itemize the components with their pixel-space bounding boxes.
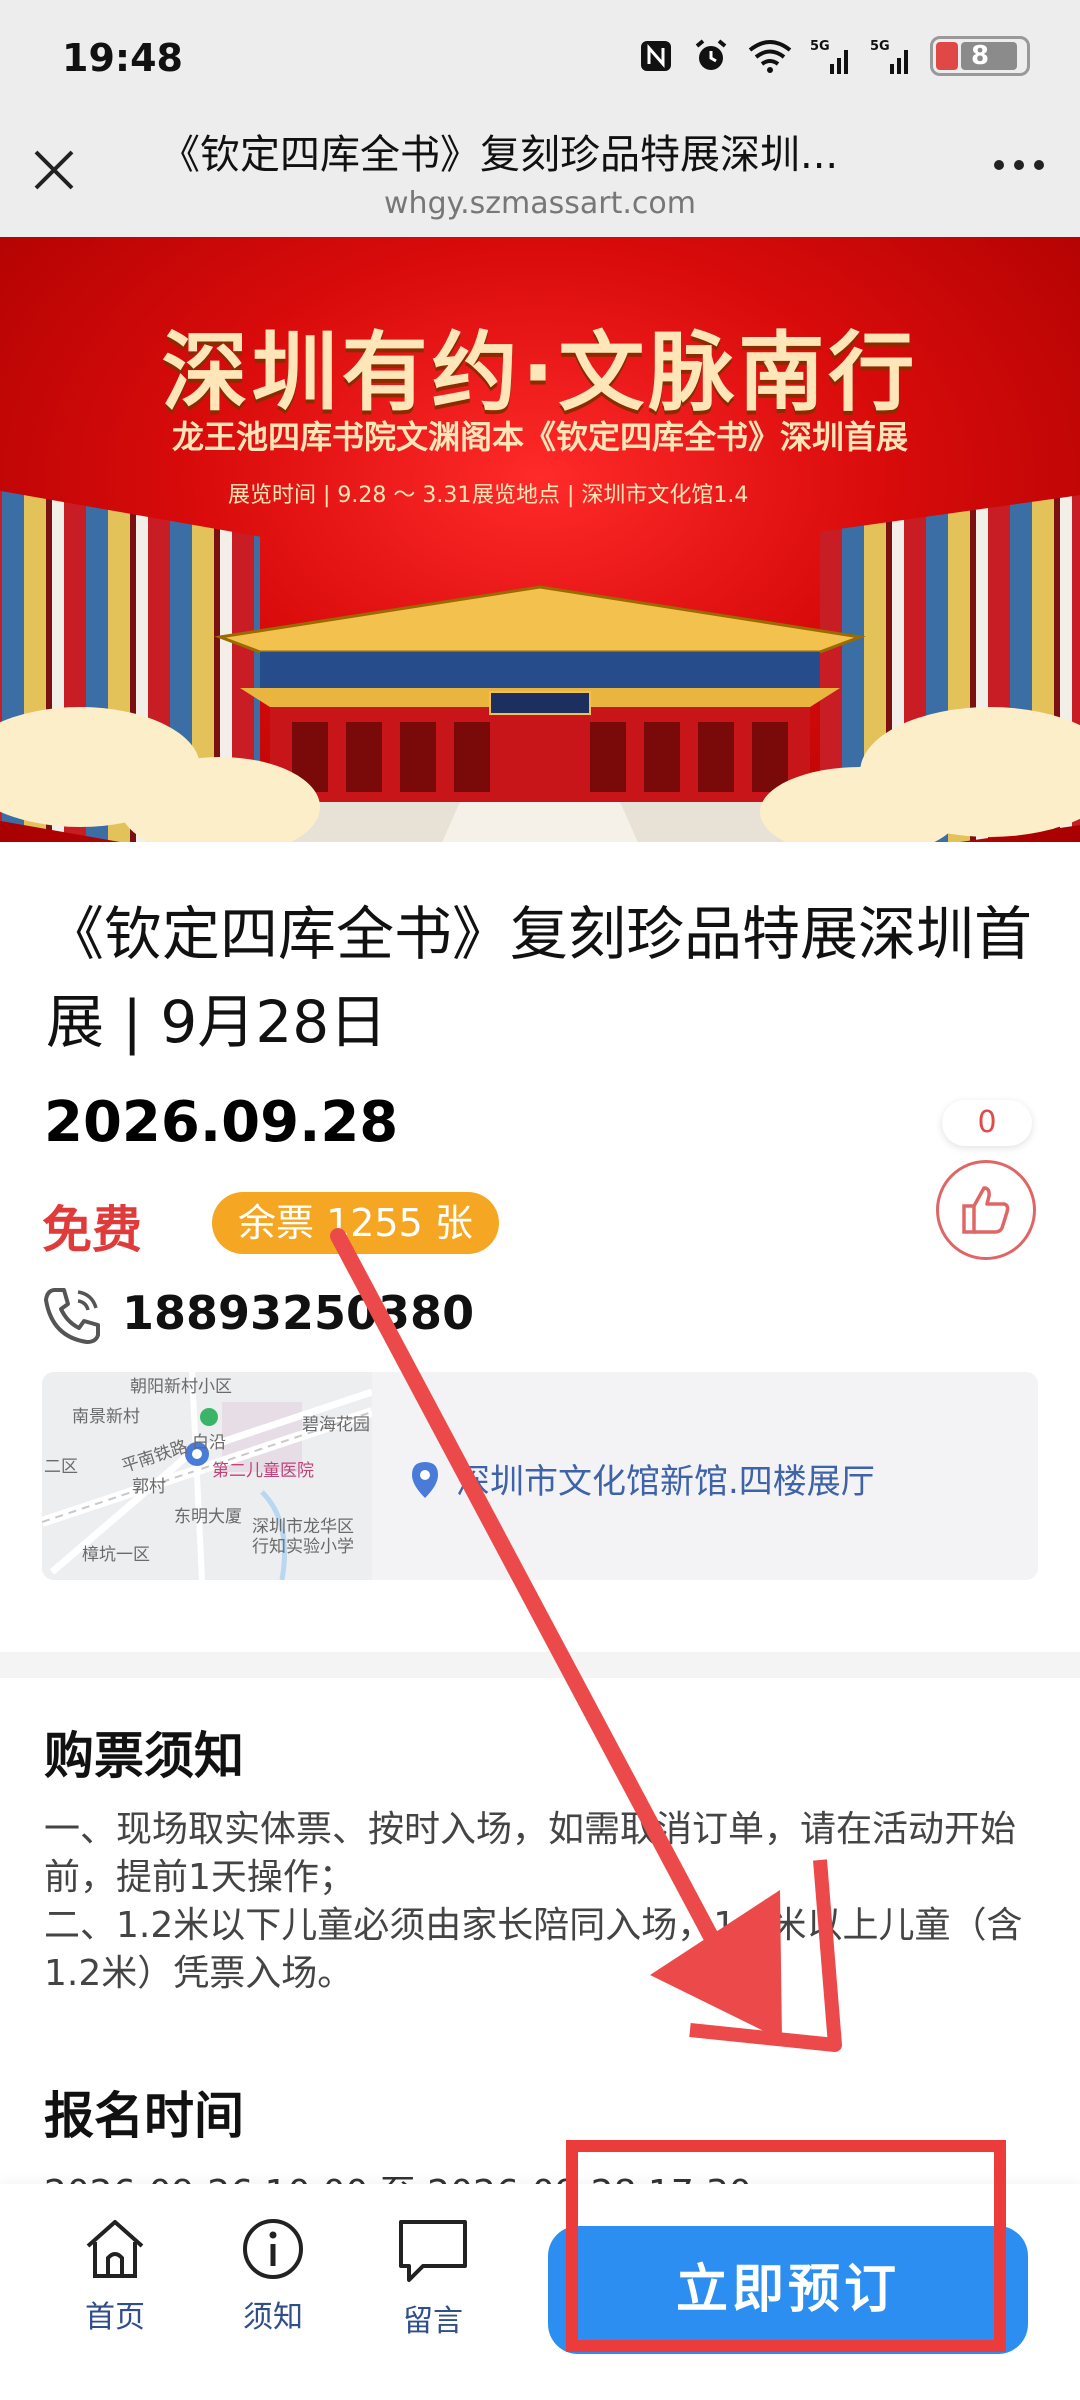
- battery-icon: 8: [930, 36, 1030, 76]
- map-thumbnail[interactable]: 朝阳新村小区 南景新村 碧海花园 平南铁路 白沿 郭村 第二儿童医院 东明大厦 …: [42, 1372, 372, 1580]
- map-label: 樟坑一区: [82, 1545, 150, 1565]
- location-address: 深圳市文化馆新馆.四楼展厅: [456, 1462, 875, 1502]
- thumbs-up-icon: [962, 1186, 1010, 1234]
- map-label: 白沿: [192, 1433, 226, 1453]
- page-url: whgy.szmassart.com: [384, 186, 696, 221]
- svg-text:5G: 5G: [810, 39, 830, 54]
- phone-icon: [44, 1288, 100, 1344]
- event-date: 2026.09.28: [44, 1090, 399, 1155]
- alarm-icon: [695, 39, 727, 70]
- signal-icon-2: 5G: [870, 39, 908, 74]
- banner-subtitle: 龙王池四库书院文渊阁本《钦定四库全书》深圳首展: [171, 418, 908, 456]
- annotation-highlight-box: [566, 2140, 1006, 2352]
- banner-time: 展览时间 | 9.28 ～ 3.31: [228, 483, 472, 508]
- map-label: 东明大厦: [174, 1507, 242, 1527]
- svg-text:5G: 5G: [870, 39, 890, 54]
- nfc-icon: [641, 41, 671, 71]
- location-card[interactable]: 朝阳新村小区 南景新村 碧海花园 平南铁路 白沿 郭村 第二儿童医院 东明大厦 …: [42, 1372, 1038, 1580]
- wifi-icon: [748, 40, 792, 73]
- location-pin-icon: [412, 1462, 438, 1498]
- section-divider: [0, 1652, 1080, 1678]
- more-icon[interactable]: [994, 160, 1044, 170]
- tab-home[interactable]: 首页: [60, 2216, 170, 2336]
- map-label: 行知实验小学: [252, 1537, 354, 1557]
- banner-title: 深圳有约·文脉南行: [161, 323, 919, 423]
- map-label: 碧海花园: [302, 1415, 370, 1435]
- home-icon: [86, 2220, 144, 2278]
- info-icon: [243, 2219, 303, 2279]
- like-button[interactable]: [936, 1160, 1036, 1260]
- tab-home-label: 首页: [85, 2300, 145, 2335]
- map-label: 第二儿童医院: [212, 1461, 314, 1481]
- tab-notice-label: 须知: [243, 2300, 303, 2335]
- event-banner: 深圳有约·文脉南行 龙王池四库书院文渊阁本《钦定四库全书》深圳首展 展览时间 |…: [0, 237, 1080, 842]
- signal-icon: 5G: [810, 39, 848, 74]
- map-label: 二区: [44, 1457, 78, 1477]
- map-label: 朝阳新村小区: [130, 1377, 232, 1397]
- banner-place: 展览地点 | 深圳市文化馆1.4: [472, 483, 749, 508]
- event-title: 《钦定四库全书》复刻珍品特展深圳首展 | 9月28日: [46, 900, 1033, 1056]
- map-label: 郭村: [132, 1477, 166, 1497]
- battery-level: 8: [970, 41, 990, 71]
- status-icons: 5G 5G 8: [638, 36, 1030, 76]
- registration-heading: 报名时间: [44, 2087, 244, 2145]
- page-title: 《钦定四库全书》复刻珍品特展深圳...: [160, 132, 839, 178]
- tickets-remaining-badge: 余票 1255 张: [212, 1192, 499, 1254]
- tab-comment[interactable]: 留言: [378, 2216, 488, 2340]
- like-count: 0: [942, 1100, 1032, 1146]
- contact-phone[interactable]: 18893250380: [122, 1286, 474, 1340]
- notice-heading: 购票须知: [44, 1727, 244, 1785]
- status-bar: 19:48 5G 5G 8: [0, 0, 1080, 122]
- tab-comment-label: 留言: [403, 2304, 463, 2339]
- status-time: 19:48: [62, 36, 183, 80]
- price-label: 免费: [42, 1201, 142, 1259]
- notice-text: 一、现场取实体票、按时入场，如需取消订单，请在活动开始前，提前1天操作； 二、1…: [44, 1809, 1023, 1994]
- comment-icon: [399, 2220, 467, 2282]
- map-label: 南景新村: [72, 1407, 140, 1427]
- tab-notice[interactable]: 须知: [218, 2216, 328, 2336]
